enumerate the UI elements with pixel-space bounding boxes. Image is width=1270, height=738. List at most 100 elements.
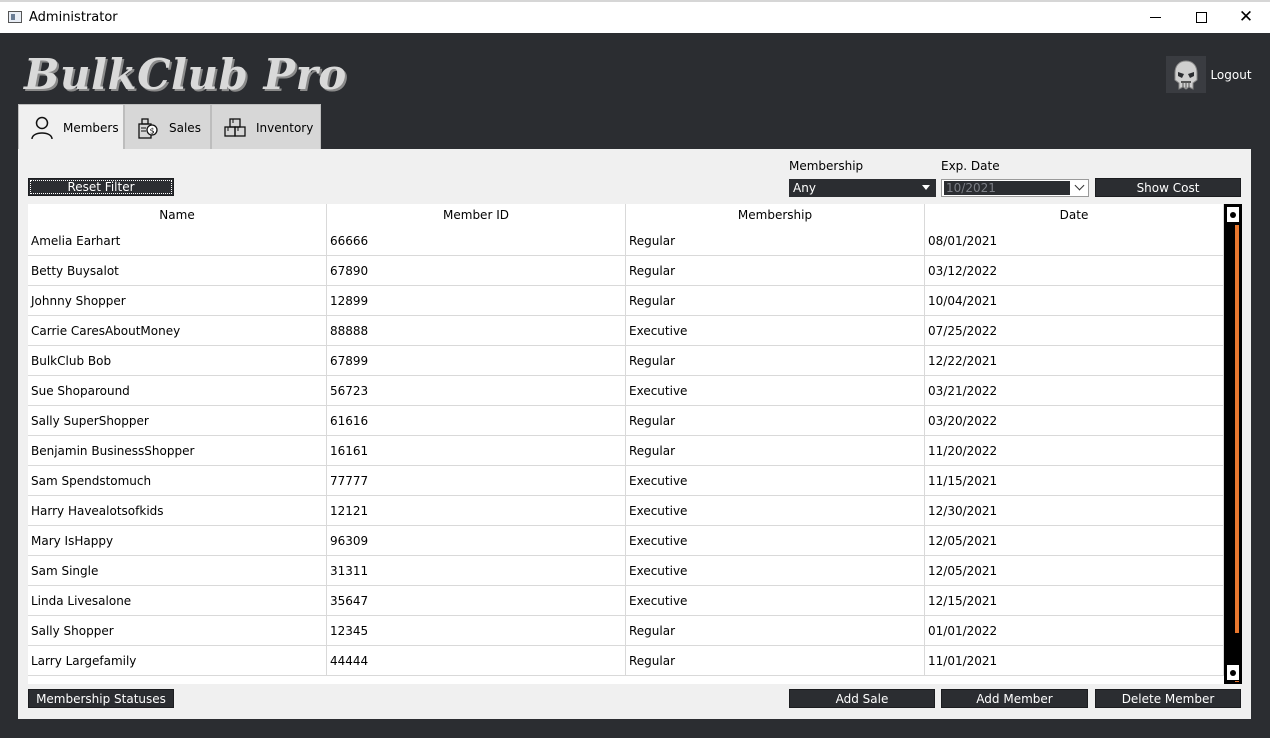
table-row[interactable]: Linda Livesalone 35647 Executive 12/15/2021 xyxy=(28,586,1224,616)
table-row[interactable]: Benjamin BusinessShopper 16161 Regular 11/2… xyxy=(28,436,1224,466)
cell-date: 03/21/2022 xyxy=(925,376,1224,405)
table-row[interactable]: Sally Shopper 12345 Regular 01/01/2022 xyxy=(28,616,1224,646)
cell-member-id: 56723 xyxy=(327,376,626,405)
cell-name: Sam Spendstomuch xyxy=(28,466,327,495)
cell-date: 12/30/2021 xyxy=(925,496,1224,525)
table-row[interactable]: Betty Buysalot 67890 Regular 03/12/2022 xyxy=(28,256,1224,286)
chevron-down-icon xyxy=(922,185,930,190)
cell-membership: Regular xyxy=(626,646,925,675)
membership-select[interactable]: Any xyxy=(789,179,936,197)
column-header-date[interactable]: Date xyxy=(925,204,1224,226)
cell-membership: Regular xyxy=(626,286,925,315)
cell-membership: Executive xyxy=(626,496,925,525)
cell-member-id: 12121 xyxy=(327,496,626,525)
cell-date: 08/01/2021 xyxy=(925,226,1224,255)
cell-name: Harry Havealotsofkids xyxy=(28,496,327,525)
reset-filter-button[interactable]: Reset Filter xyxy=(28,178,174,196)
table-row[interactable]: Amelia Earhart 66666 Regular 08/01/2021 xyxy=(28,226,1224,256)
cell-name: Johnny Shopper xyxy=(28,286,327,315)
table-row[interactable]: Sam Spendstomuch 77777 Executive 11/15/2021 xyxy=(28,466,1224,496)
delete-member-button[interactable]: Delete Member xyxy=(1095,689,1241,708)
tab-label: Inventory xyxy=(256,120,314,135)
chevron-down-icon[interactable] xyxy=(1074,180,1085,191)
cell-membership: Regular xyxy=(626,406,925,435)
cell-membership: Executive xyxy=(626,466,925,495)
table-row[interactable]: Johnny Shopper 12899 Regular 10/04/2021 xyxy=(28,286,1224,316)
cell-member-id: 67899 xyxy=(327,346,626,375)
skull-mask-icon xyxy=(1174,59,1198,90)
membership-filter-label: Membership xyxy=(789,159,864,173)
cell-name: Mary IsHappy xyxy=(28,526,327,555)
cell-name: Sam Single xyxy=(28,556,327,585)
maximize-button[interactable] xyxy=(1178,2,1224,33)
cell-membership: Regular xyxy=(626,436,925,465)
column-header-member-id[interactable]: Member ID xyxy=(327,204,626,226)
cell-membership: Executive xyxy=(626,376,925,405)
cell-member-id: 61616 xyxy=(327,406,626,435)
table-row[interactable]: Sally SuperShopper 61616 Regular 03/20/2022 xyxy=(28,406,1224,436)
cell-date: 03/12/2022 xyxy=(925,256,1224,285)
minimize-button[interactable] xyxy=(1132,2,1178,33)
cell-member-id: 16161 xyxy=(327,436,626,465)
table-row[interactable]: Mary IsHappy 96309 Executive 12/05/2021 xyxy=(28,526,1224,556)
table-row[interactable]: Larry Largefamily 44444 Regular 11/01/2021 xyxy=(28,646,1224,676)
cell-name: Carrie CaresAboutMoney xyxy=(28,316,327,345)
table-row[interactable]: Sam Single 31311 Executive 12/05/2021 xyxy=(28,556,1224,586)
scroll-down-icon xyxy=(1230,669,1236,676)
tab-members[interactable]: Members xyxy=(18,104,124,151)
close-button[interactable]: ✕ xyxy=(1223,2,1269,33)
cell-membership: Executive xyxy=(626,526,925,555)
logout-button[interactable]: Logout xyxy=(1208,64,1254,86)
show-cost-button[interactable]: Show Cost xyxy=(1095,178,1241,197)
cell-date: 12/15/2021 xyxy=(925,586,1224,615)
cell-member-id: 88888 xyxy=(327,316,626,345)
inventory-icon xyxy=(224,117,246,137)
table-body: Amelia Earhart 66666 Regular 08/01/2021 Bett… xyxy=(28,226,1224,676)
app-logo: BulkClub Pro xyxy=(24,50,347,99)
add-member-button[interactable]: Add Member xyxy=(941,689,1088,708)
cell-member-id: 96309 xyxy=(327,526,626,555)
table-header: Name Member ID Membership Date xyxy=(28,204,1224,226)
tab-label: Members xyxy=(63,121,119,135)
membership-statuses-button[interactable]: Membership Statuses xyxy=(28,689,174,708)
cell-name: Sally Shopper xyxy=(28,616,327,645)
window-title: Administrator xyxy=(29,10,118,25)
scroll-down-button[interactable] xyxy=(1226,664,1240,681)
table-row[interactable]: Harry Havealotsofkids 12121 Executive 12/30… xyxy=(28,496,1224,526)
cell-membership: Executive xyxy=(626,316,925,345)
cell-name: Sue Shoparound xyxy=(28,376,327,405)
members-panel: Reset Filter Membership Exp. Date Any 10… xyxy=(18,149,1251,719)
membership-select-value: Any xyxy=(793,181,816,195)
cell-date: 12/05/2021 xyxy=(925,556,1224,585)
avatar xyxy=(1166,56,1206,93)
add-sale-button[interactable]: Add Sale xyxy=(789,689,935,708)
tab-sales[interactable]: $ Sales xyxy=(124,104,211,150)
cell-date: 03/20/2022 xyxy=(925,406,1224,435)
user-icon xyxy=(31,116,53,140)
cell-membership: Executive xyxy=(626,556,925,585)
table-row[interactable]: Sue Shoparound 56723 Executive 03/21/2022 xyxy=(28,376,1224,406)
close-icon: ✕ xyxy=(1238,7,1254,27)
tab-inventory[interactable]: Inventory xyxy=(211,104,321,150)
vertical-scrollbar[interactable] xyxy=(1224,204,1242,684)
cell-name: Amelia Earhart xyxy=(28,226,327,255)
table-row[interactable]: BulkClub Bob 67899 Regular 12/22/2021 xyxy=(28,346,1224,376)
column-header-membership[interactable]: Membership xyxy=(626,204,925,226)
cell-membership: Executive xyxy=(626,586,925,615)
table-row[interactable]: Carrie CaresAboutMoney 88888 Executive 07/2… xyxy=(28,316,1224,346)
members-table: Name Member ID Membership Date Amelia Ea… xyxy=(28,204,1242,684)
tab-bar: Members $ Sales Inventory xyxy=(18,104,321,151)
exp-date-input[interactable]: 10/2021 xyxy=(941,179,1089,197)
cell-name: Linda Livesalone xyxy=(28,586,327,615)
cell-membership: Regular xyxy=(626,226,925,255)
column-header-name[interactable]: Name xyxy=(28,204,327,226)
scrollbar-thumb[interactable] xyxy=(1235,225,1239,633)
cell-date: 11/20/2022 xyxy=(925,436,1224,465)
scroll-up-button[interactable] xyxy=(1226,206,1240,223)
svg-text:$: $ xyxy=(150,126,155,135)
cell-name: Benjamin BusinessShopper xyxy=(28,436,327,465)
cell-membership: Regular xyxy=(626,346,925,375)
cell-member-id: 44444 xyxy=(327,646,626,675)
cell-name: Sally SuperShopper xyxy=(28,406,327,435)
cell-member-id: 35647 xyxy=(327,586,626,615)
